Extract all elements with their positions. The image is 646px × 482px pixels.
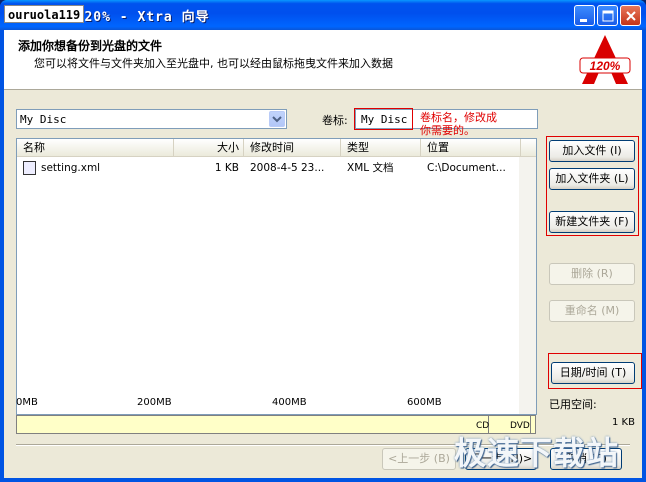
column-header-modified[interactable]: 修改时间 <box>244 139 341 157</box>
column-header-name[interactable]: 名称 <box>17 139 174 157</box>
vertical-scrollbar[interactable] <box>519 157 536 414</box>
close-icon <box>626 11 636 21</box>
file-list-header: 名称 大小 修改时间 类型 位置 <box>17 139 536 157</box>
add-buttons-highlight-box <box>546 136 639 236</box>
volume-annotation: 卷标名，修改成 你需要的。 <box>420 111 520 137</box>
annotation-line-2: 你需要的。 <box>420 124 475 137</box>
maximize-button[interactable] <box>597 5 618 26</box>
maximize-icon <box>602 10 614 22</box>
title-watermark-tag: ouruola119 <box>4 5 85 23</box>
cell-name: setting.xml <box>41 162 101 174</box>
space-mark-600: 600MB <box>407 397 442 408</box>
cell-type: XML 文档 <box>347 162 394 174</box>
column-header-type[interactable]: 类型 <box>341 139 421 157</box>
close-button[interactable] <box>620 5 641 26</box>
xml-file-icon <box>23 161 36 175</box>
dialog-client: 添加你想备份到光盘的文件 您可以将文件与文件夹加入至光盘中, 也可以经由鼠标拖曳… <box>4 30 642 478</box>
space-mark-200: 200MB <box>137 397 172 408</box>
volume-highlight-box <box>354 108 413 130</box>
column-header-size[interactable]: 大小 <box>174 139 244 157</box>
title-bar[interactable]: 1 120% - Xtra 向导 ouruola119 <box>0 0 646 30</box>
cell-size: 1 KB <box>214 162 239 174</box>
cell-location: C:\Document... <box>427 162 506 174</box>
delete-button[interactable]: 删除 (R) <box>549 263 635 285</box>
cell-modified: 2008-4-5 23... <box>250 162 325 174</box>
column-header-location[interactable]: 位置 <box>421 139 521 157</box>
header-subtitle: 您可以将文件与文件夹加入至光盘中, 也可以经由鼠标拖曳文件来加入数据 <box>34 57 393 70</box>
back-button[interactable]: <上一步 (B) <box>382 448 456 470</box>
table-row[interactable]: setting.xml 1 KB 2008-4-5 23... XML 文档 C… <box>17 159 517 177</box>
site-watermark: 极速下载站 <box>454 434 620 472</box>
datetime-highlight-box <box>548 353 642 389</box>
alcohol-logo-icon: 120% <box>579 35 631 84</box>
dropdown-button[interactable] <box>269 111 285 127</box>
file-list[interactable]: 名称 大小 修改时间 类型 位置 setting.xml 1 KB 2008-4… <box>16 138 537 415</box>
used-space-value: 1 KB <box>612 417 635 428</box>
space-mark-400: 400MB <box>272 397 307 408</box>
disc-select[interactable]: My Disc <box>16 109 287 129</box>
wizard-header: 添加你想备份到光盘的文件 您可以将文件与文件夹加入至光盘中, 也可以经由鼠标拖曳… <box>4 30 642 90</box>
chevron-down-icon <box>272 116 282 123</box>
space-mark-0: 0MB <box>16 397 38 408</box>
used-space-label: 已用空间: <box>549 398 597 411</box>
wizard-window: 1 120% - Xtra 向导 ouruola119 添加你想备份到光盘的文件… <box>0 0 646 482</box>
logo-text: 120% <box>590 59 621 73</box>
rename-button[interactable]: 重命名 (M) <box>549 300 635 322</box>
annotation-line-1: 卷标名，修改成 <box>420 111 497 124</box>
disc-select-value: My Disc <box>20 113 67 126</box>
volume-label: 卷标: <box>322 114 348 127</box>
header-title: 添加你想备份到光盘的文件 <box>18 39 163 53</box>
minimize-icon <box>580 19 587 22</box>
minimize-button[interactable] <box>574 5 595 26</box>
